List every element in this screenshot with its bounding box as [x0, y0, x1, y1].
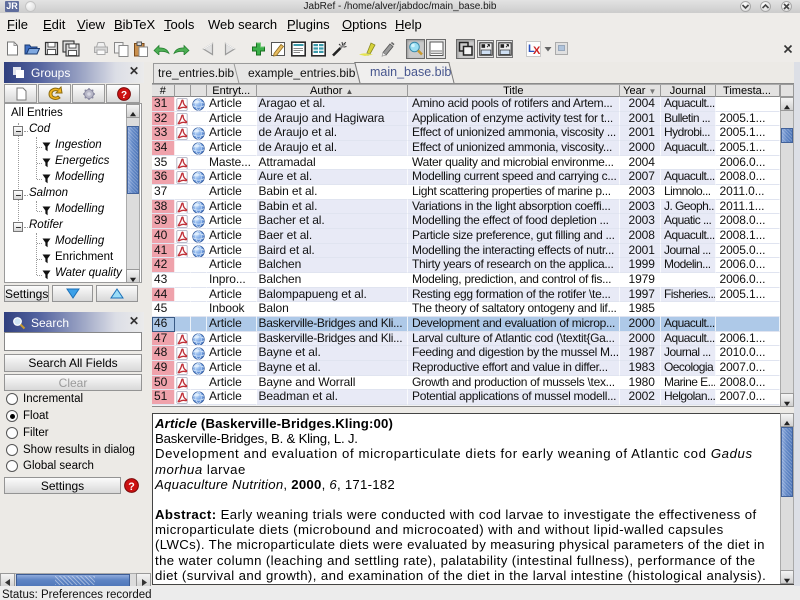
svg-text:?: ? [121, 90, 127, 101]
svg-text:?: ? [128, 481, 135, 493]
